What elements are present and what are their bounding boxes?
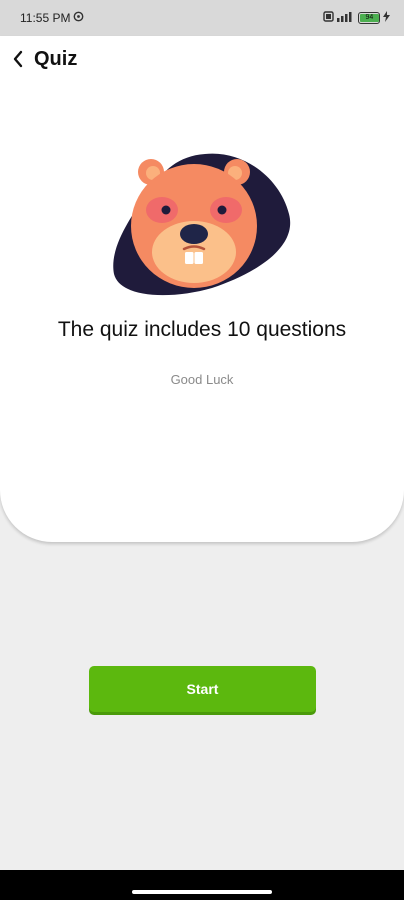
beaver-mascot-icon xyxy=(112,148,292,303)
data-saver-icon xyxy=(73,11,84,25)
start-button[interactable]: Start xyxy=(89,666,316,712)
quiz-headline: The quiz includes 10 questions xyxy=(57,318,347,341)
intro-card: Quiz The quiz includes 10 questions Good… xyxy=(0,36,404,542)
home-indicator[interactable] xyxy=(132,890,272,894)
chevron-left-icon xyxy=(13,50,23,68)
status-time: 11:55 PM xyxy=(20,11,71,25)
good-luck-text: Good Luck xyxy=(170,372,234,387)
status-bar: 11:55 PM 94 xyxy=(0,0,404,36)
charging-icon xyxy=(383,11,390,25)
sim-icon xyxy=(323,11,334,25)
status-icons: 94 xyxy=(323,11,390,25)
signal-icon xyxy=(337,11,355,25)
page-title: Quiz xyxy=(34,47,78,70)
battery-icon: 94 xyxy=(358,12,380,24)
battery-level: 94 xyxy=(360,14,379,22)
back-button[interactable] xyxy=(8,44,28,74)
app-bar: Quiz xyxy=(8,44,77,74)
navigation-bar xyxy=(0,870,404,900)
status-time-group: 11:55 PM xyxy=(20,11,84,25)
